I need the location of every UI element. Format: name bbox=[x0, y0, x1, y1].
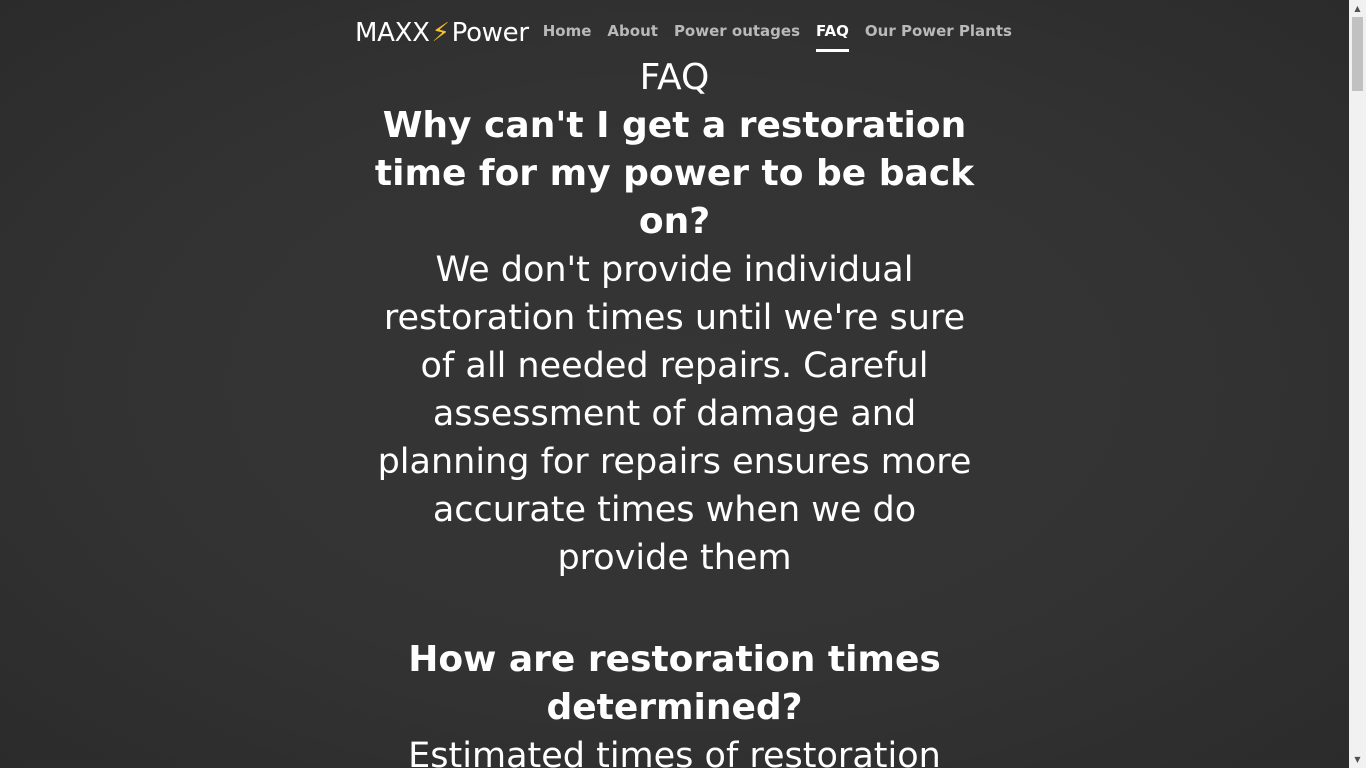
nav-link-power-outages[interactable]: Power outages bbox=[674, 22, 800, 52]
top-nav: MAXX ⚡ Power Home About Power outages FA… bbox=[355, 14, 1020, 52]
faq-item: Why can't I get a restoration time for m… bbox=[375, 102, 975, 582]
brand-suffix: Power bbox=[451, 18, 529, 48]
faq-answer: Estimated times of restoration bbox=[408, 736, 941, 768]
faq-question: Why can't I get a restoration time for m… bbox=[374, 105, 975, 242]
page-title: FAQ bbox=[639, 57, 710, 98]
faq-question: How are restoration times determined? bbox=[408, 639, 941, 728]
scrollbar-thumb[interactable] bbox=[1352, 17, 1363, 91]
scroll-down-arrow-icon[interactable]: ▼ bbox=[1349, 751, 1366, 768]
faq-column: FAQ Why can't I get a restoration time f… bbox=[375, 54, 975, 768]
lightning-bolt-icon: ⚡ bbox=[431, 18, 450, 48]
faq-spacer bbox=[375, 582, 975, 636]
vertical-scrollbar[interactable]: ▲ ▼ bbox=[1349, 0, 1366, 768]
scroll-up-arrow-icon[interactable]: ▲ bbox=[1349, 0, 1366, 17]
faq-answer: We don't provide individual restoration … bbox=[377, 250, 972, 578]
brand-logo[interactable]: MAXX ⚡ Power bbox=[355, 14, 529, 52]
nav-link-home[interactable]: Home bbox=[543, 22, 592, 52]
nav-link-our-power-plants[interactable]: Our Power Plants bbox=[865, 22, 1012, 52]
brand-prefix: MAXX bbox=[355, 18, 430, 48]
nav-link-faq[interactable]: FAQ bbox=[816, 22, 849, 52]
nav-link-about[interactable]: About bbox=[607, 22, 658, 52]
page: MAXX ⚡ Power Home About Power outages FA… bbox=[0, 0, 1349, 768]
main-content: FAQ Why can't I get a restoration time f… bbox=[0, 54, 1349, 768]
faq-item: How are restoration times determined? Es… bbox=[375, 636, 975, 768]
